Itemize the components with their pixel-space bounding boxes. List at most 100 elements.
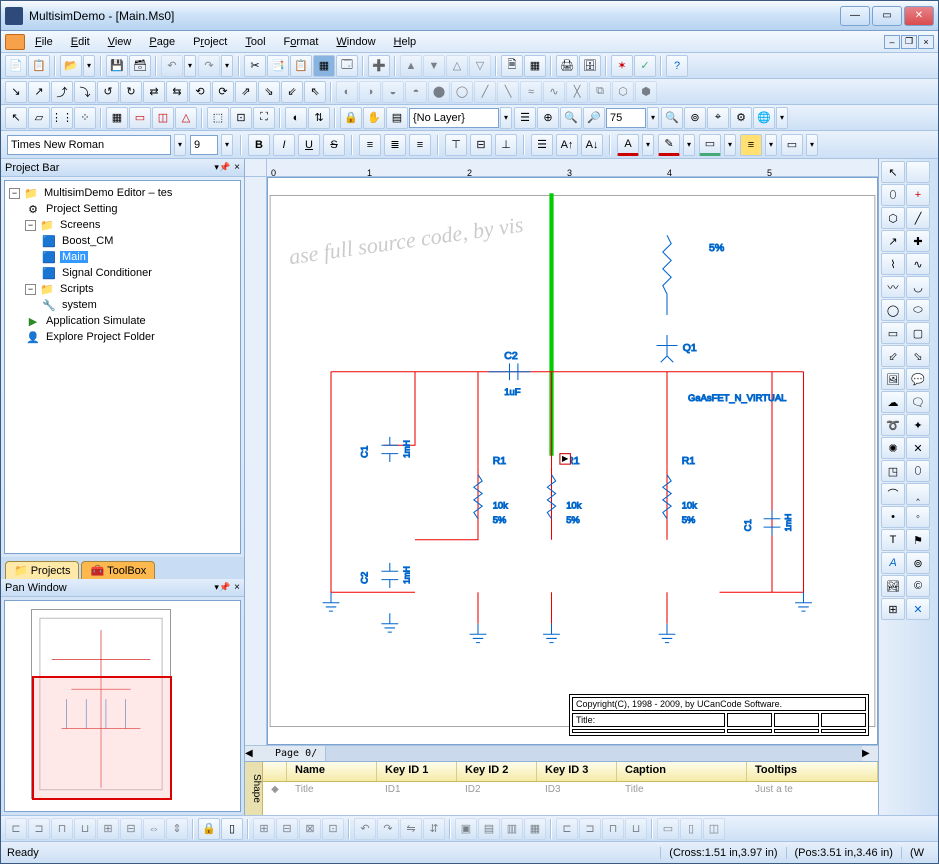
bring-front-button[interactable]: ▲ bbox=[400, 55, 422, 77]
print-preview-button[interactable]: 🗎 bbox=[501, 55, 523, 77]
add-red-tool[interactable]: + bbox=[906, 184, 930, 206]
font-family-combo[interactable] bbox=[7, 135, 171, 155]
dist-v-button[interactable]: ⇕ bbox=[166, 818, 188, 840]
arc-tool[interactable]: ◡ bbox=[906, 276, 930, 298]
bold-button[interactable]: B bbox=[248, 134, 270, 156]
roundrect-tool[interactable]: ▢ bbox=[906, 322, 930, 344]
highlight-drop[interactable]: ▾ bbox=[765, 134, 777, 156]
frame-button[interactable]: ⬚ bbox=[207, 107, 229, 129]
arc-tool-8[interactable]: ╲ bbox=[497, 81, 519, 103]
forward-button[interactable]: △ bbox=[446, 55, 468, 77]
zig-tool[interactable]: ⌇ bbox=[881, 253, 905, 275]
border-button[interactable]: ▭ bbox=[781, 134, 803, 156]
compass-button[interactable]: ⊚ bbox=[684, 107, 706, 129]
menu-edit[interactable]: Edit bbox=[63, 34, 98, 50]
arc-tool-13[interactable]: ⬡ bbox=[612, 81, 634, 103]
wire-tool-8[interactable]: ⇆ bbox=[166, 81, 188, 103]
layer-mgr-button[interactable]: ☰ bbox=[514, 107, 536, 129]
window-button[interactable]: 🗔 bbox=[336, 55, 358, 77]
layer1-button[interactable]: ▣ bbox=[455, 818, 477, 840]
fill-color-drop[interactable]: ▾ bbox=[724, 134, 736, 156]
tree-expand-scripts[interactable]: − bbox=[25, 284, 36, 295]
star-tool[interactable]: ✦ bbox=[906, 414, 930, 436]
line-color-button[interactable]: ✎ bbox=[658, 134, 680, 156]
arc-tool-2[interactable]: ◑ bbox=[359, 81, 381, 103]
window-tool[interactable]: ⊞ bbox=[881, 598, 905, 620]
target-tool[interactable]: ⊚ bbox=[906, 552, 930, 574]
highlight-button[interactable]: ≡ bbox=[740, 134, 762, 156]
col-tooltips[interactable]: Tooltips bbox=[747, 762, 878, 781]
group1-button[interactable]: ⊞ bbox=[253, 818, 275, 840]
wire-tool-1[interactable]: ↘ bbox=[5, 81, 27, 103]
menu-help[interactable]: Help bbox=[386, 34, 425, 50]
font-color-button[interactable]: A bbox=[617, 134, 639, 156]
view-drop[interactable]: ▾ bbox=[776, 107, 788, 129]
diag2-tool[interactable]: ⬂ bbox=[906, 345, 930, 367]
space4-button[interactable]: ⊔ bbox=[625, 818, 647, 840]
portrait-button[interactable]: ▯ bbox=[221, 818, 243, 840]
app-menu-icon[interactable] bbox=[5, 34, 25, 50]
caret-tool[interactable]: ‸ bbox=[906, 483, 930, 505]
group3-button[interactable]: ⊠ bbox=[299, 818, 321, 840]
grid-row[interactable]: ◆ Title ID1 ID2 ID3 Title Just a te bbox=[263, 782, 878, 797]
size3-button[interactable]: ◫ bbox=[703, 818, 725, 840]
mdi-close[interactable]: × bbox=[918, 35, 934, 49]
shape-tab[interactable]: Shape bbox=[245, 762, 263, 815]
cross-tool[interactable]: ✕ bbox=[906, 437, 930, 459]
check-button[interactable]: ✶ bbox=[611, 55, 633, 77]
italic-button[interactable]: I bbox=[273, 134, 295, 156]
align-m-button[interactable]: ⊞ bbox=[97, 818, 119, 840]
snap-button[interactable]: ⁘ bbox=[74, 107, 96, 129]
rotate-l-button[interactable]: ↶ bbox=[354, 818, 376, 840]
save-button[interactable]: 💾 bbox=[106, 55, 128, 77]
lockpad-button[interactable]: 🔒 bbox=[198, 818, 220, 840]
pic-tool[interactable]: 🏞 bbox=[881, 575, 905, 597]
align-c-button[interactable]: ⊐ bbox=[28, 818, 50, 840]
zoom-in-button[interactable]: 🔎 bbox=[583, 107, 605, 129]
add-button[interactable]: ➕ bbox=[368, 55, 390, 77]
wire-tool-6[interactable]: ↻ bbox=[120, 81, 142, 103]
crop-button[interactable]: ⊡ bbox=[230, 107, 252, 129]
tab-projects[interactable]: 📁Projects bbox=[5, 561, 79, 579]
zoom-drop[interactable]: ▾ bbox=[647, 107, 659, 129]
layer-combo[interactable] bbox=[409, 108, 499, 128]
menu-tool[interactable]: Tool bbox=[237, 34, 273, 50]
arc-tool-1[interactable]: ◐ bbox=[336, 81, 358, 103]
tree-root[interactable]: MultisimDemo Editor – tes bbox=[42, 187, 174, 199]
wire-tool-9[interactable]: ⟲ bbox=[189, 81, 211, 103]
layers-button[interactable]: ▤ bbox=[386, 107, 408, 129]
align-right-button[interactable]: ≡ bbox=[409, 134, 431, 156]
wand-button[interactable]: ✓ bbox=[634, 55, 656, 77]
tree-system[interactable]: system bbox=[60, 299, 99, 311]
rect-tool[interactable]: ▭ bbox=[881, 322, 905, 344]
layer4-button[interactable]: ▦ bbox=[524, 818, 546, 840]
undo-button[interactable]: ↶ bbox=[161, 55, 183, 77]
layer-drop[interactable]: ▾ bbox=[500, 107, 512, 129]
corners-button[interactable]: ⛶ bbox=[253, 107, 275, 129]
tri-red-button[interactable]: △ bbox=[175, 107, 197, 129]
panwindow-close-icon[interactable]: × bbox=[234, 582, 240, 593]
redo-button[interactable]: ↷ bbox=[198, 55, 220, 77]
menu-project[interactable]: Project bbox=[185, 34, 235, 50]
align-l-button[interactable]: ⊏ bbox=[5, 818, 27, 840]
group4-button[interactable]: ⊡ bbox=[322, 818, 344, 840]
scope-button[interactable]: ⌖ bbox=[707, 107, 729, 129]
flip-button[interactable]: ⇅ bbox=[308, 107, 330, 129]
spiral-tool[interactable]: ➰ bbox=[881, 414, 905, 436]
menu-page[interactable]: Page bbox=[141, 34, 183, 50]
space1-button[interactable]: ⊏ bbox=[556, 818, 578, 840]
rect-red2-button[interactable]: ◫ bbox=[152, 107, 174, 129]
group2-button[interactable]: ⊟ bbox=[276, 818, 298, 840]
tree-main[interactable]: Main bbox=[60, 251, 88, 263]
arc-tool-5[interactable]: ⬤ bbox=[428, 81, 450, 103]
redo-drop[interactable]: ▾ bbox=[221, 55, 233, 77]
align-t-button[interactable]: ⊔ bbox=[74, 818, 96, 840]
print-button[interactable]: 🖨 bbox=[556, 55, 578, 77]
callout-tool[interactable]: 💬 bbox=[906, 368, 930, 390]
wire-tool-3[interactable]: ⤴ bbox=[51, 81, 73, 103]
tree-screens[interactable]: Screens bbox=[58, 219, 102, 231]
cube-tool[interactable]: ◳ bbox=[881, 460, 905, 482]
paste-button[interactable]: 📋 bbox=[290, 55, 312, 77]
flip-h-button[interactable]: ⇋ bbox=[400, 818, 422, 840]
pointer-button[interactable]: ↖ bbox=[5, 107, 27, 129]
